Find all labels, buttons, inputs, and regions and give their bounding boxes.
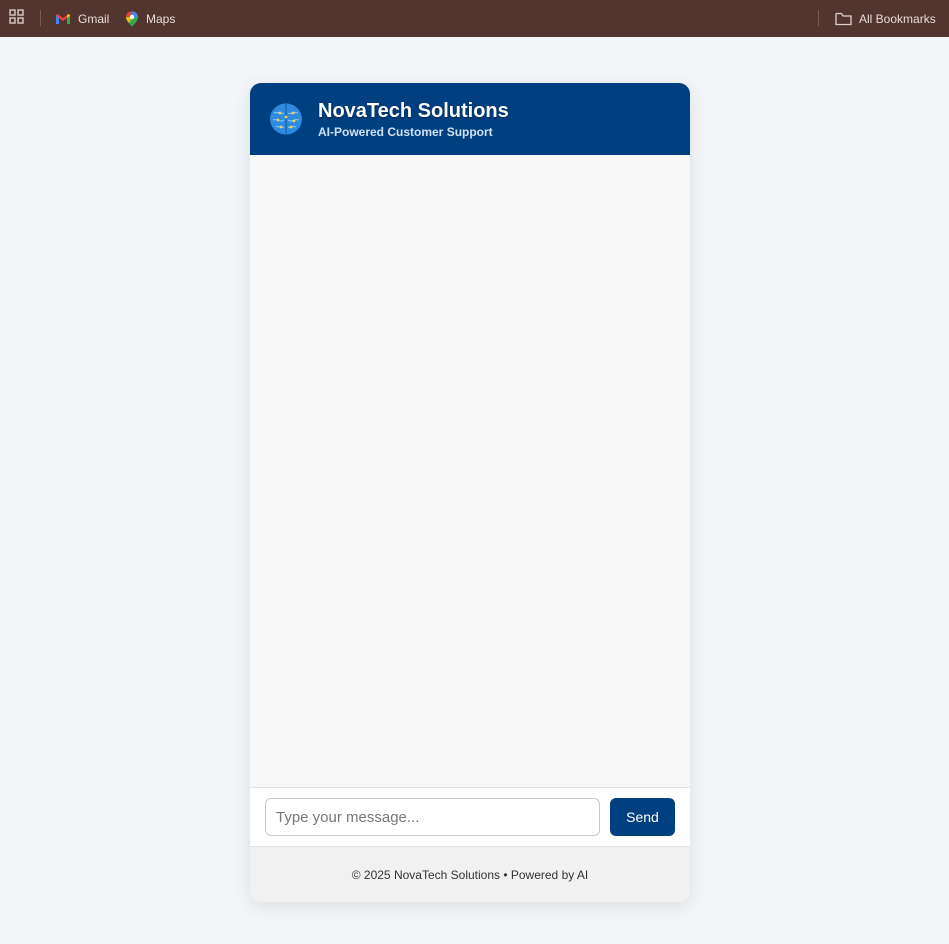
apps-grid-icon[interactable] (9, 9, 25, 25)
message-input[interactable] (265, 798, 600, 836)
brain-logo-icon (268, 101, 304, 137)
bookmark-label: Gmail (78, 11, 110, 26)
folder-icon (835, 12, 852, 25)
bookmarks-divider (818, 10, 819, 26)
send-button[interactable]: Send (610, 798, 675, 836)
chat-widget: NovaTech Solutions AI-Powered Customer S… (250, 83, 690, 902)
messages-area[interactable] (250, 155, 690, 787)
message-composer: Send (250, 787, 690, 846)
chat-subtitle: AI-Powered Customer Support (318, 125, 493, 139)
all-bookmarks-button[interactable]: All Bookmarks (835, 0, 936, 37)
all-bookmarks-label: All Bookmarks (859, 11, 936, 26)
bookmarks-bar: Gmail Maps All Bookmarks (0, 0, 949, 37)
chat-title: NovaTech Solutions (318, 100, 509, 122)
gmail-icon (56, 13, 70, 24)
bookmark-gmail[interactable]: Gmail (55, 0, 109, 37)
footer-text: © 2025 NovaTech Solutions • Powered by A… (351, 867, 589, 882)
chat-header: NovaTech Solutions AI-Powered Customer S… (250, 83, 690, 155)
bookmarks-divider (40, 10, 41, 26)
chat-footer: © 2025 NovaTech Solutions • Powered by A… (250, 846, 690, 902)
bookmark-label: Maps (146, 11, 176, 26)
maps-icon (126, 11, 138, 26)
bookmark-maps[interactable]: Maps (125, 0, 175, 37)
